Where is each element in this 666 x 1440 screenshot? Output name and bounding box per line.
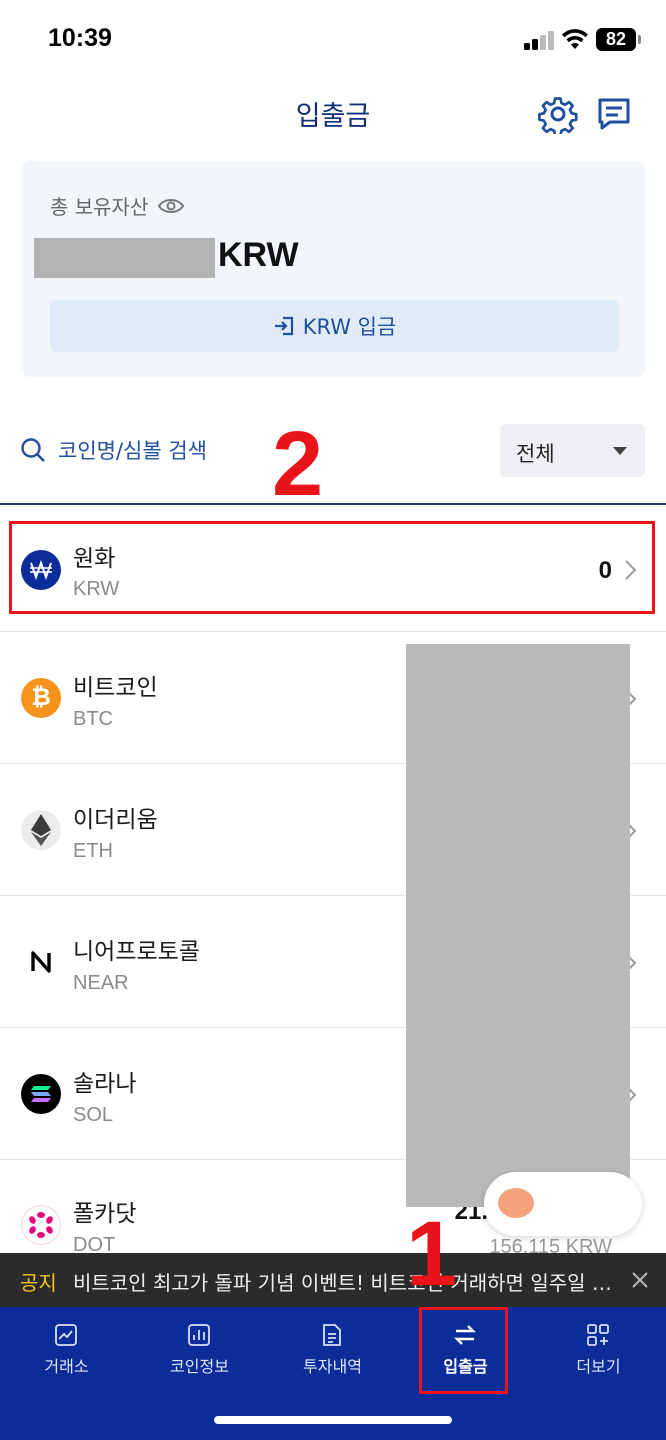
krw-row-highlight (9, 521, 655, 614)
wifi-icon (562, 29, 588, 49)
notice-tag: 공지 (20, 1271, 57, 1295)
coin-symbol: BTC (73, 708, 113, 730)
event-emoji-icon (498, 1188, 534, 1218)
solana-icon (21, 1074, 61, 1114)
krw-deposit-label: KRW 입금 (302, 315, 397, 339)
status-bar: 10:39 82 (0, 0, 666, 80)
coin-name: 폴카닷 (73, 1201, 137, 1227)
gear-icon[interactable] (538, 94, 578, 134)
nav-item-more[interactable]: 더보기 (532, 1307, 665, 1387)
total-asset-label: 총 보유자산 (50, 195, 149, 219)
near-icon (21, 942, 61, 982)
coin-search[interactable]: 코인명/심볼 검색 (20, 435, 207, 465)
transfer-tab-highlight (419, 1307, 508, 1394)
asset-unit: KRW (218, 236, 299, 274)
filter-selected: 전체 (516, 442, 555, 466)
coin-name: 비트코인 (73, 675, 158, 701)
search-icon (21, 438, 45, 462)
cellular-signal-icon (524, 30, 556, 50)
battery-tip (638, 35, 641, 44)
coin-name: 니어프로토콜 (73, 939, 200, 965)
coin-symbol: SOL (73, 1104, 114, 1126)
polkadot-icon (21, 1205, 61, 1245)
eye-icon[interactable] (158, 196, 185, 216)
history-doc-icon (323, 1324, 341, 1346)
ethereum-icon (21, 810, 61, 850)
step-2-annotation: 2 (272, 413, 324, 515)
coin-name: 솔라나 (73, 1071, 137, 1097)
total-asset-card: 총 보유자산 KRW KRW 입금 (22, 161, 645, 377)
bottom-nav: 거래소 코인정보 투자내역 입출금 더보기 (0, 1307, 666, 1440)
notice-banner[interactable]: 공지 비트코인 최고가 돌파 기념 이벤트! 비트코인 거래하면 일주일 간 수… (0, 1253, 666, 1307)
bitcoin-icon: ₿ (21, 678, 61, 718)
nav-item-coin-info[interactable]: 코인정보 (133, 1307, 266, 1387)
nav-label: 더보기 (576, 1357, 621, 1376)
redacted-asset-amount (34, 238, 215, 278)
home-indicator (214, 1416, 452, 1424)
nav-item-history[interactable]: 투자내역 (266, 1307, 399, 1387)
battery-icon: 82 (596, 28, 636, 51)
login-arrow-icon (274, 316, 293, 336)
exchange-chart-icon (55, 1324, 77, 1346)
nav-label: 거래소 (44, 1357, 89, 1376)
coin-name: 이더리움 (73, 807, 158, 833)
filter-dropdown[interactable]: 전체 (500, 424, 645, 477)
asset-label-row: 총 보유자산 (50, 191, 185, 220)
coin-info-icon (188, 1324, 210, 1346)
coin-symbol: ETH (73, 840, 113, 862)
nav-label: 코인정보 (170, 1357, 229, 1376)
notice-text: 비트코인 최고가 돌파 기념 이벤트! 비트코인 거래하면 일주일 간 수수료 … (73, 1271, 613, 1295)
search-placeholder: 코인명/심볼 검색 (58, 439, 207, 463)
coin-symbol: NEAR (73, 972, 129, 994)
status-time: 10:39 (48, 24, 112, 52)
caret-down-icon (613, 447, 627, 455)
krw-deposit-button[interactable]: KRW 입금 (50, 300, 619, 352)
step-1-annotation: 1 (406, 1203, 458, 1305)
nav-item-exchange[interactable]: 거래소 (0, 1307, 133, 1387)
more-grid-icon (587, 1324, 609, 1346)
chat-icon[interactable] (596, 96, 632, 132)
close-icon[interactable] (630, 1270, 650, 1290)
redacted-balances (406, 644, 630, 1207)
nav-label: 투자내역 (303, 1357, 362, 1376)
